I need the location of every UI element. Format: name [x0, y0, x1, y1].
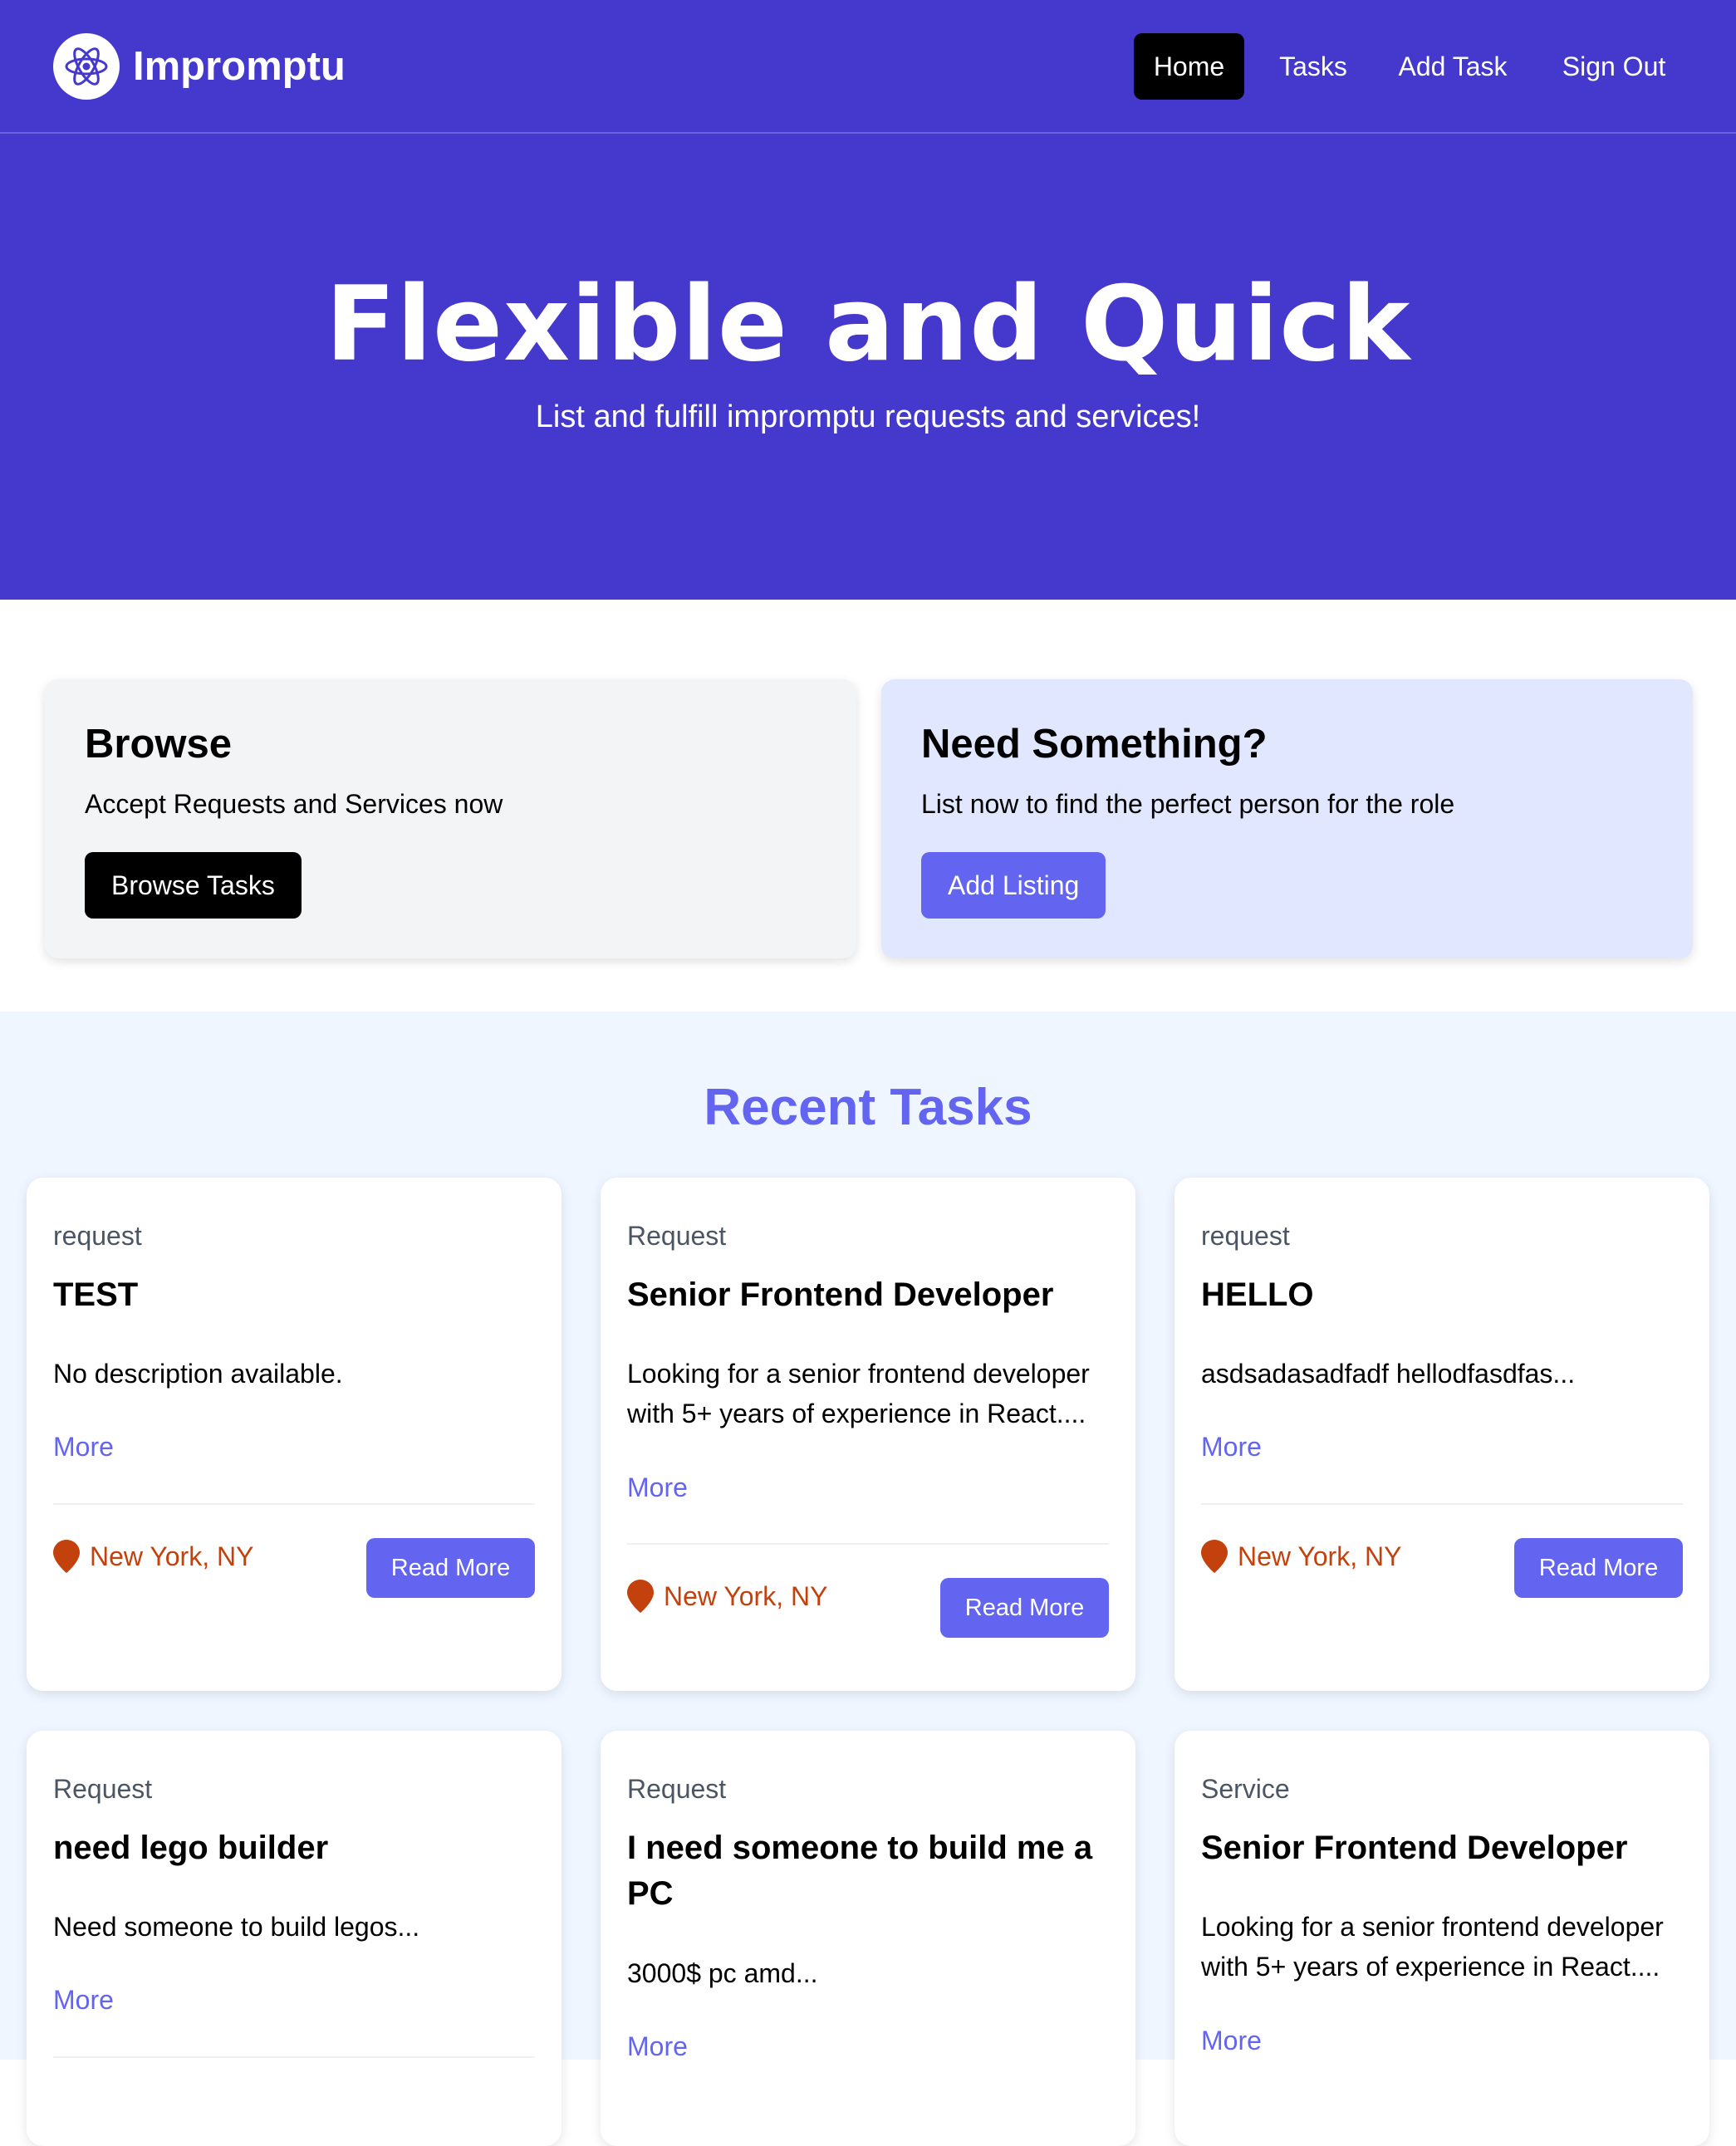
task-more-link[interactable]: More: [53, 1432, 114, 1463]
task-location: New York, NY: [627, 1580, 827, 1613]
task-location: New York, NY: [53, 1540, 253, 1573]
task-card: Request I need someone to build me a PC …: [601, 1731, 1135, 2146]
nav-tasks[interactable]: Tasks: [1272, 33, 1355, 100]
brand-logo[interactable]: Impromptu: [53, 33, 346, 100]
task-description: asdsadasadfadf hellodfasdfas...: [1201, 1359, 1576, 1389]
task-description: Need someone to build legos...: [53, 1912, 420, 1942]
map-pin-icon: [627, 1580, 654, 1613]
task-card: request TEST No description available. M…: [27, 1178, 562, 1691]
location-text: New York, NY: [90, 1541, 254, 1571]
task-title: I need someone to build me a PC: [627, 1830, 1093, 1912]
task-title: Senior Frontend Developer: [1201, 1830, 1628, 1866]
task-type: request: [53, 1221, 142, 1251]
brand-name: Impromptu: [133, 44, 346, 89]
map-pin-icon: [53, 1540, 80, 1573]
recent-tasks-section: Recent Tasks request TEST No description…: [0, 1012, 1736, 2146]
location-text: New York, NY: [1238, 1541, 1402, 1571]
task-location: New York, NY: [1201, 1540, 1401, 1573]
task-card: request HELLO asdsadasadfadf hellodfasdf…: [1174, 1178, 1709, 1691]
task-type: Request: [53, 1774, 153, 1804]
browse-title: Browse: [85, 722, 233, 767]
hero-subtitle: List and fulfill impromptu requests and …: [535, 399, 1201, 434]
add-listing-button[interactable]: Add Listing: [921, 852, 1106, 919]
read-more-button[interactable]: Read More: [940, 1578, 1109, 1638]
need-title: Need Something?: [921, 722, 1268, 767]
task-title: Senior Frontend Developer: [627, 1276, 1054, 1313]
task-description: Looking for a senior frontend developer …: [627, 1359, 1090, 1428]
location-text: New York, NY: [664, 1580, 828, 1611]
read-more-button[interactable]: Read More: [366, 1538, 535, 1598]
nav-home[interactable]: Home: [1134, 33, 1244, 100]
hero-title: Flexible and Quick: [325, 265, 1411, 385]
task-more-link[interactable]: More: [627, 2031, 688, 2062]
task-more-link[interactable]: More: [1201, 2026, 1262, 2056]
read-more-button[interactable]: Read More: [1514, 1538, 1683, 1598]
atom-icon: [53, 33, 120, 100]
card-divider: [627, 1543, 1109, 1545]
task-description: No description available.: [53, 1359, 343, 1389]
nav-add-task[interactable]: Add Task: [1395, 33, 1511, 100]
task-card: Request need lego builder Need someone t…: [27, 1731, 562, 2146]
task-title: HELLO: [1201, 1276, 1314, 1313]
need-text: List now to find the perfect person for …: [921, 789, 1455, 819]
card-divider: [53, 2056, 535, 2058]
task-description: Looking for a senior frontend developer …: [1201, 1912, 1664, 1982]
nav-sign-out[interactable]: Sign Out: [1556, 33, 1672, 100]
task-type: Request: [627, 1774, 727, 1804]
card-divider: [53, 1503, 535, 1505]
browse-card: Browse Accept Requests and Services now …: [45, 679, 856, 958]
task-more-link[interactable]: More: [627, 1472, 688, 1503]
task-more-link[interactable]: More: [53, 1985, 114, 2016]
navbar: Impromptu Home Tasks Add Task Sign Out: [0, 0, 1736, 134]
task-title: need lego builder: [53, 1830, 329, 1866]
task-type: request: [1201, 1221, 1290, 1251]
task-type: Service: [1201, 1774, 1290, 1804]
task-title: TEST: [53, 1276, 139, 1313]
task-description: 3000$ pc amd...: [627, 1958, 818, 1988]
task-card: Request Senior Frontend Developer Lookin…: [601, 1178, 1135, 1691]
recent-tasks-title: Recent Tasks: [704, 1079, 1032, 1136]
browse-tasks-button[interactable]: Browse Tasks: [85, 852, 302, 919]
card-divider: [1201, 1503, 1683, 1505]
need-something-card: Need Something? List now to find the per…: [881, 679, 1693, 958]
browse-text: Accept Requests and Services now: [85, 789, 503, 819]
hero-section: Flexible and Quick List and fulfill impr…: [0, 134, 1736, 600]
task-card: Service Senior Frontend Developer Lookin…: [1174, 1731, 1709, 2146]
task-type: Request: [627, 1221, 727, 1251]
task-more-link[interactable]: More: [1201, 1432, 1262, 1463]
map-pin-icon: [1201, 1540, 1228, 1573]
